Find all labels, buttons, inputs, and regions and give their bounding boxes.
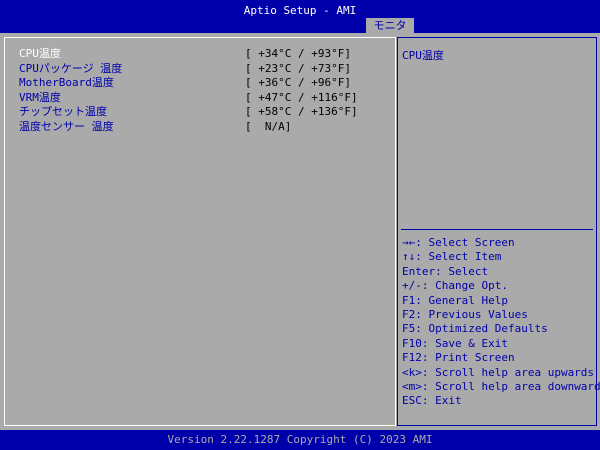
row-value: [ +36°C / +96°F]	[245, 76, 351, 89]
row-motherboard-temp[interactable]: MotherBoard温度 [ +36°C / +96°F]	[19, 76, 389, 90]
key-help-optimized-defaults: F5: Optimized Defaults	[402, 322, 548, 336]
key-help-select-screen: →←: Select Screen	[402, 236, 515, 249]
key-help-scroll-down: <m>: Scroll help area downwards	[402, 379, 600, 393]
footer-bar: Version 2.22.1287 Copyright (C) 2023 AMI	[0, 430, 600, 450]
help-divider	[401, 229, 593, 230]
row-label: CPU温度	[19, 47, 61, 60]
key-help-scroll-up: <k>: Scroll help area upwards	[402, 365, 595, 379]
key-help-exit: ESC: Exit	[402, 394, 462, 408]
tab-monitor[interactable]: モニタ	[366, 18, 414, 33]
row-label: MotherBoard温度	[19, 76, 114, 89]
row-label: VRM温度	[19, 90, 61, 104]
row-vrm-temp[interactable]: VRM温度 [ +47°C / +116°F]	[19, 91, 389, 105]
help-panel: CPU温度 →←: Select Screen ↑↓: Select Item …	[397, 37, 600, 426]
version-text: Version 2.22.1287 Copyright (C) 2023 AMI	[167, 433, 433, 446]
key-help-change-opt: +/-: Change Opt.	[402, 279, 508, 293]
row-cpu-temp[interactable]: CPU温度 [ +34°C / +93°F]	[19, 47, 389, 61]
row-cpu-package-temp[interactable]: CPUパッケージ 温度 [ +23°C / +73°F]	[19, 62, 389, 76]
key-help-select-item: ↑↓: Select Item	[402, 250, 502, 264]
key-help-list: →←: Select Screen ↑↓: Select Item Enter:…	[402, 236, 600, 409]
key-help-print-screen: F12: Print Screen	[402, 351, 515, 365]
key-help-previous-values: F2: Previous Values	[402, 307, 528, 321]
row-label: チップセット温度	[19, 105, 107, 118]
key-help-enter: Enter: Select	[402, 264, 489, 278]
row-temp-sensor[interactable]: 温度センサー 温度 [ N/A]	[19, 120, 389, 134]
row-value: [ +34°C / +93°F]	[245, 47, 351, 60]
row-value: [ +47°C / +116°F]	[245, 90, 358, 104]
settings-panel: CPU温度 [ +34°C / +93°F] CPUパッケージ 温度 [ +23…	[4, 37, 396, 426]
row-chipset-temp[interactable]: チップセット温度 [ +58°C / +136°F]	[19, 105, 389, 119]
key-help-general-help: F1: General Help	[402, 293, 508, 307]
row-value: [ +23°C / +73°F]	[245, 61, 351, 75]
title-bar: Aptio Setup - AMI モニタ	[0, 0, 600, 34]
row-value: [ N/A]	[245, 119, 292, 133]
key-help-save-exit: F10: Save & Exit	[402, 336, 508, 350]
app-title: Aptio Setup - AMI	[243, 4, 357, 17]
row-label: 温度センサー 温度	[19, 119, 114, 133]
row-label: CPUパッケージ 温度	[19, 61, 123, 75]
row-value: [ +58°C / +136°F]	[245, 105, 358, 118]
help-title: CPU温度	[402, 49, 444, 62]
main-content: CPU温度 [ +34°C / +93°F] CPUパッケージ 温度 [ +23…	[0, 33, 600, 430]
